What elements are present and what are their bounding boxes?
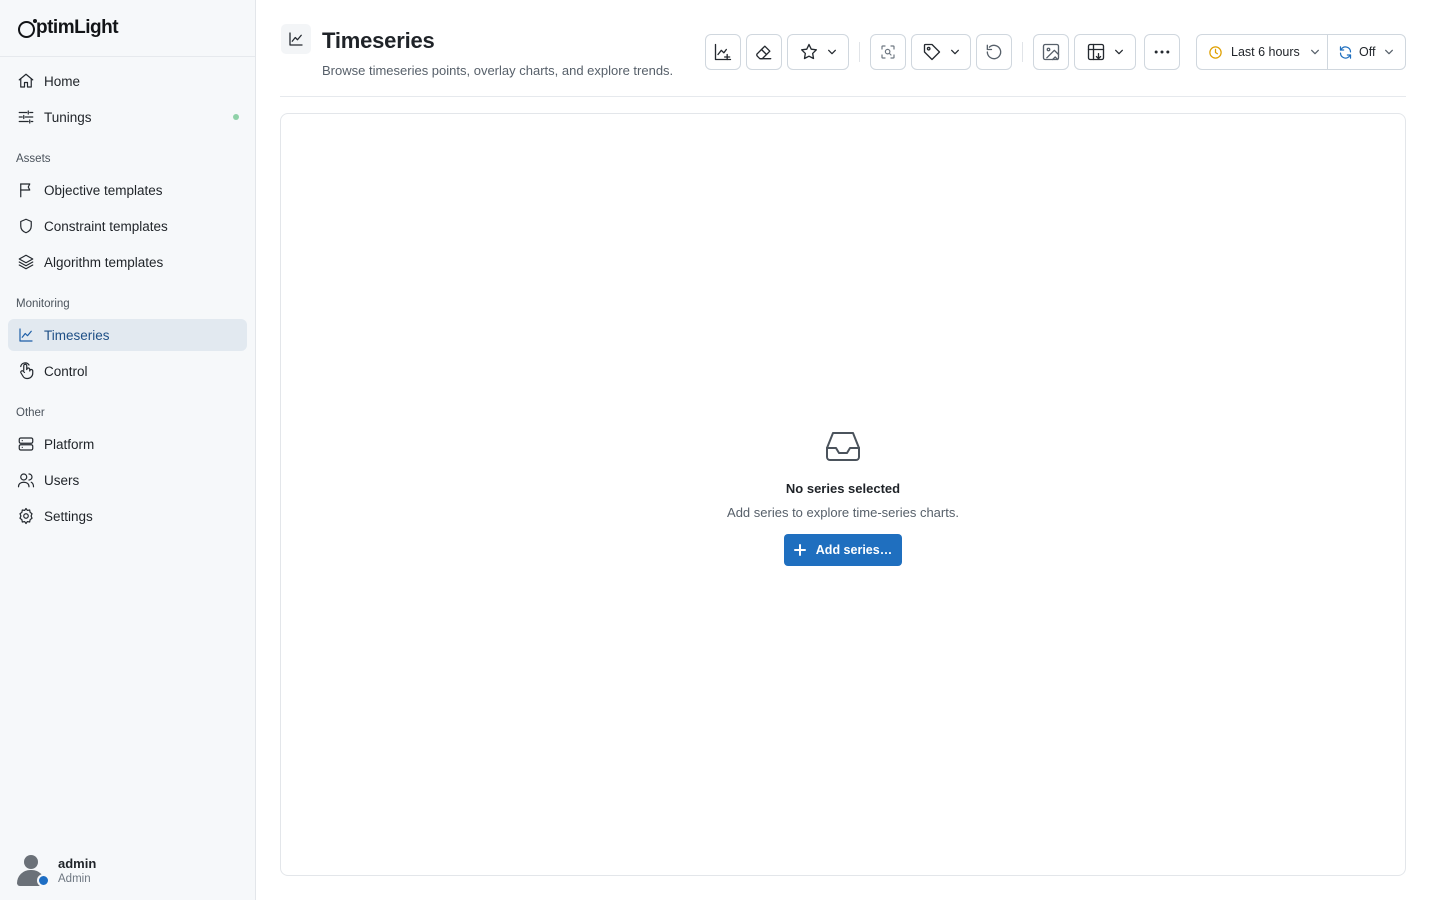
reset-button[interactable] [976,34,1012,70]
sidebar-item-users[interactable]: Users [8,464,247,496]
app-logo[interactable]: ptimLight [0,0,255,57]
user-profile[interactable]: admin Admin [16,854,97,887]
inbox-icon [823,428,863,467]
sidebar-item-label: Objective templates [44,182,163,198]
online-status-badge [37,874,50,887]
empty-state: No series selected Add series to explore… [281,428,1405,566]
tags-dropdown[interactable] [911,34,971,70]
chart-panel: No series selected Add series to explore… [280,113,1406,876]
main-content: Timeseries Browse timeseries points, ove… [256,0,1440,900]
time-range-dropdown[interactable]: Last 6 hours [1197,35,1328,69]
sidebar-item-label: Algorithm templates [44,254,164,270]
auto-refresh-dropdown[interactable]: Off [1328,35,1405,69]
users-icon [16,470,36,490]
hand-pointer-icon [16,361,36,381]
status-dot [233,114,239,120]
chevron-down-icon [828,49,836,55]
sidebar-item-label: Home [44,73,81,89]
sidebar-item-constraint-templates[interactable]: Constraint templates [8,210,247,242]
sidebar-item-label: Settings [44,508,93,524]
gear-icon [16,506,36,526]
chart-line-icon [16,325,36,345]
toolbar-divider [859,42,860,62]
sidebar-item-platform[interactable]: Platform [8,428,247,460]
sidebar-item-label: Control [44,363,88,379]
add-series-label: Add series… [815,543,893,557]
refresh-icon [1339,45,1352,59]
section-label-assets: Assets [16,153,51,165]
more-icon [1154,50,1170,54]
clear-button[interactable] [746,34,782,70]
sidebar-nav: Home Tunings Assets Objective templates … [0,57,255,532]
auto-refresh-label: Off [1359,45,1376,59]
time-controls: Last 6 hours Off [1196,34,1406,70]
section-label-monitoring: Monitoring [16,298,70,310]
empty-state-description: Add series to explore time-series charts… [727,505,959,520]
image-export-icon [1042,43,1060,61]
layers-icon [16,252,36,272]
plus-icon [793,544,806,556]
time-range-label: Last 6 hours [1231,45,1300,59]
sidebar-item-label: Constraint templates [44,218,168,234]
export-image-button[interactable] [1033,34,1069,70]
sliders-icon [16,107,36,127]
shield-icon [16,216,36,236]
sidebar-item-settings[interactable]: Settings [8,500,247,532]
star-icon [801,43,817,60]
sidebar: ptimLight Home Tunings Assets Objective … [0,0,256,900]
flag-icon [16,180,36,200]
sidebar-item-timeseries[interactable]: Timeseries [8,319,247,351]
logo-text: ptimLight [36,17,119,38]
add-chart-button[interactable] [705,34,741,70]
sidebar-item-label: Timeseries [44,327,110,343]
server-icon [16,434,36,454]
avatar [16,854,50,887]
sidebar-item-tunings[interactable]: Tunings [8,101,247,133]
sidebar-item-label: Users [44,472,80,488]
home-icon [16,71,36,91]
sidebar-item-algorithm-templates[interactable]: Algorithm templates [8,246,247,278]
user-name: admin [58,855,97,871]
eraser-icon [756,45,772,60]
sidebar-item-label: Platform [44,436,95,452]
reset-icon [986,44,1002,60]
app-root: ptimLight Home Tunings Assets Objective … [0,0,1440,900]
tag-icon [923,43,941,61]
chevron-down-icon [1310,49,1319,55]
sidebar-item-home[interactable]: Home [8,65,247,97]
page-subtitle: Browse timeseries points, overlay charts… [322,63,674,78]
chevron-down-icon [951,49,959,55]
chevron-down-icon [1385,49,1394,55]
add-series-button[interactable]: Add series… [784,534,902,566]
table-export-icon [1087,43,1105,61]
sidebar-item-label: Tunings [44,109,92,125]
more-options-button[interactable] [1144,34,1180,70]
logo-mark [18,18,37,38]
chevron-down-icon [1115,49,1123,55]
add-chart-icon [714,43,732,61]
sidebar-item-control[interactable]: Control [8,355,247,387]
focus-scan-icon [881,45,895,59]
user-role: Admin [58,872,91,885]
toolbar-divider [1022,42,1023,62]
favorites-dropdown[interactable] [787,34,849,70]
empty-state-title: No series selected [785,481,901,496]
focus-button[interactable] [870,34,906,70]
export-table-dropdown[interactable] [1074,34,1136,70]
section-label-other: Other [16,407,45,419]
chart-line-icon [281,24,311,54]
clock-icon [1209,45,1222,59]
page-title: Timeseries [322,28,435,53]
sidebar-item-objective-templates[interactable]: Objective templates [8,174,247,206]
